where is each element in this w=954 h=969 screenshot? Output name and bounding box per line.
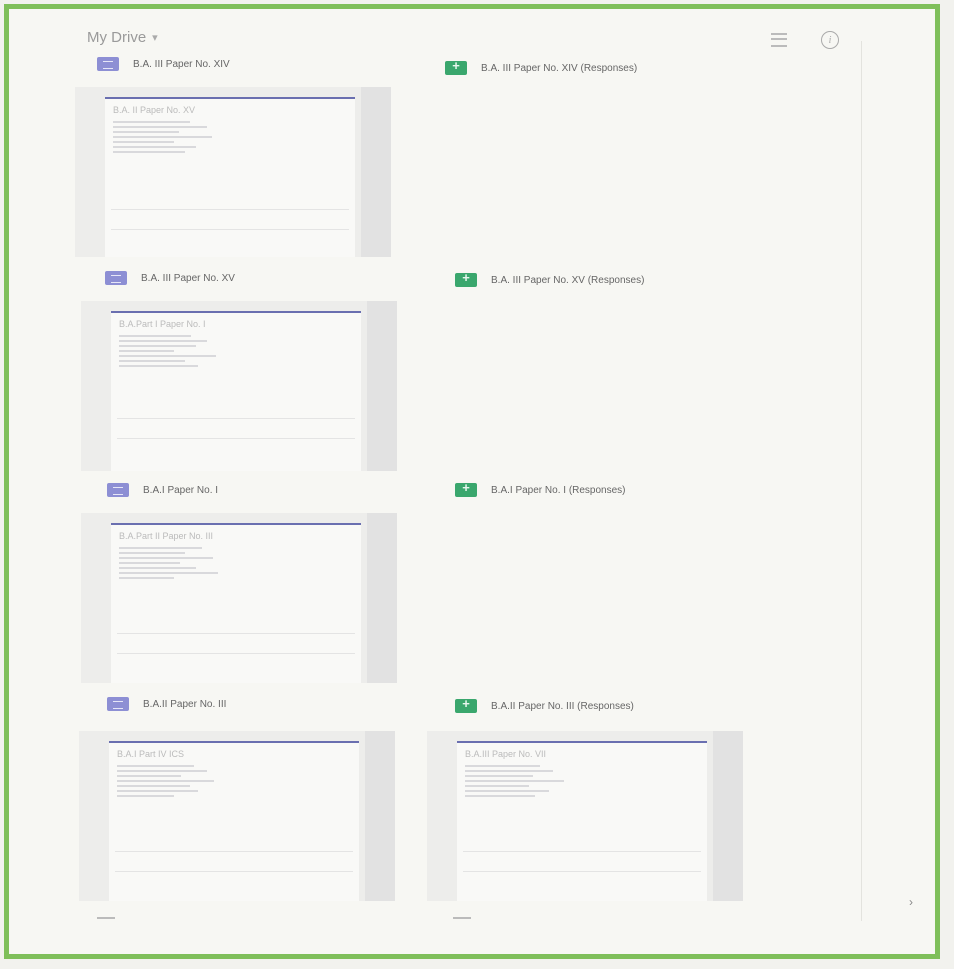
thumbnail-title: B.A.Part II Paper No. III bbox=[119, 531, 214, 541]
thumbnail-page: B.A.III Paper No. VII bbox=[457, 741, 707, 901]
info-icon[interactable]: i bbox=[821, 31, 839, 49]
sheets-icon bbox=[455, 696, 477, 713]
thumbnail-page: B.A.Part II Paper No. III bbox=[111, 523, 361, 683]
forms-icon bbox=[107, 697, 129, 711]
file-thumbnail[interactable]: B.A.Part II Paper No. III bbox=[81, 513, 397, 683]
file-item[interactable]: B.A.I Paper No. I (Responses) bbox=[455, 480, 626, 497]
file-thumbnail[interactable]: B.A.III Paper No. VII bbox=[427, 731, 743, 901]
scrollbar-track[interactable] bbox=[861, 41, 862, 921]
thumbnail-title: B.A. II Paper No. XV bbox=[113, 105, 196, 115]
forms-icon bbox=[107, 483, 129, 497]
file-item[interactable]: B.A. III Paper No. XIV (Responses) bbox=[445, 58, 638, 75]
file-name: B.A.II Paper No. III bbox=[143, 698, 227, 710]
file-thumbnail[interactable]: B.A.Part I Paper No. I bbox=[81, 301, 397, 471]
sheets-icon bbox=[455, 480, 477, 497]
thumbnail-page: B.A.Part I Paper No. I bbox=[111, 311, 361, 471]
file-item[interactable]: B.A. III Paper No. XV (Responses) bbox=[455, 270, 645, 287]
file-name: B.A. III Paper No. XV (Responses) bbox=[491, 274, 645, 286]
file-item[interactable]: B.A.II Paper No. III bbox=[107, 697, 226, 711]
caret-down-icon[interactable]: ▾ bbox=[152, 31, 158, 44]
thumbnail-page: B.A. II Paper No. XV bbox=[105, 97, 355, 257]
file-name: B.A. III Paper No. XIV (Responses) bbox=[481, 62, 638, 74]
sheets-icon bbox=[445, 58, 467, 75]
divider bbox=[97, 917, 115, 919]
my-drive-title: My Drive bbox=[87, 28, 147, 46]
file-item[interactable]: B.A.II Paper No. III (Responses) bbox=[455, 696, 634, 713]
drive-window: My Drive ▾ i B.A. III Paper No. XIV B.A.… bbox=[4, 4, 940, 959]
forms-icon bbox=[97, 57, 119, 71]
thumbnail-title: B.A.III Paper No. VII bbox=[465, 749, 547, 759]
file-item[interactable]: B.A. III Paper No. XV bbox=[105, 271, 235, 285]
file-name: B.A.I Paper No. I bbox=[143, 484, 219, 496]
my-drive-menu[interactable]: My Drive ▾ bbox=[87, 25, 158, 49]
sheets-icon bbox=[455, 270, 477, 287]
thumbnail-page: B.A.I Part IV ICS bbox=[109, 741, 359, 901]
chevron-right-icon[interactable]: › bbox=[909, 895, 913, 909]
forms-icon bbox=[105, 271, 127, 285]
list-view-icon[interactable] bbox=[771, 33, 787, 47]
file-thumbnail[interactable]: B.A.I Part IV ICS bbox=[79, 731, 395, 901]
file-item[interactable]: B.A.I Paper No. I bbox=[107, 483, 218, 497]
file-name: B.A.II Paper No. III (Responses) bbox=[491, 700, 634, 712]
file-name: B.A. III Paper No. XV bbox=[141, 272, 235, 284]
divider bbox=[453, 917, 471, 919]
file-name: B.A.I Paper No. I (Responses) bbox=[491, 484, 626, 496]
thumbnail-title: B.A.I Part IV ICS bbox=[117, 749, 185, 759]
file-name: B.A. III Paper No. XIV bbox=[133, 58, 230, 70]
file-item[interactable]: B.A. III Paper No. XIV bbox=[97, 57, 230, 71]
file-thumbnail[interactable]: B.A. II Paper No. XV bbox=[75, 87, 391, 257]
thumbnail-title: B.A.Part I Paper No. I bbox=[119, 319, 206, 329]
